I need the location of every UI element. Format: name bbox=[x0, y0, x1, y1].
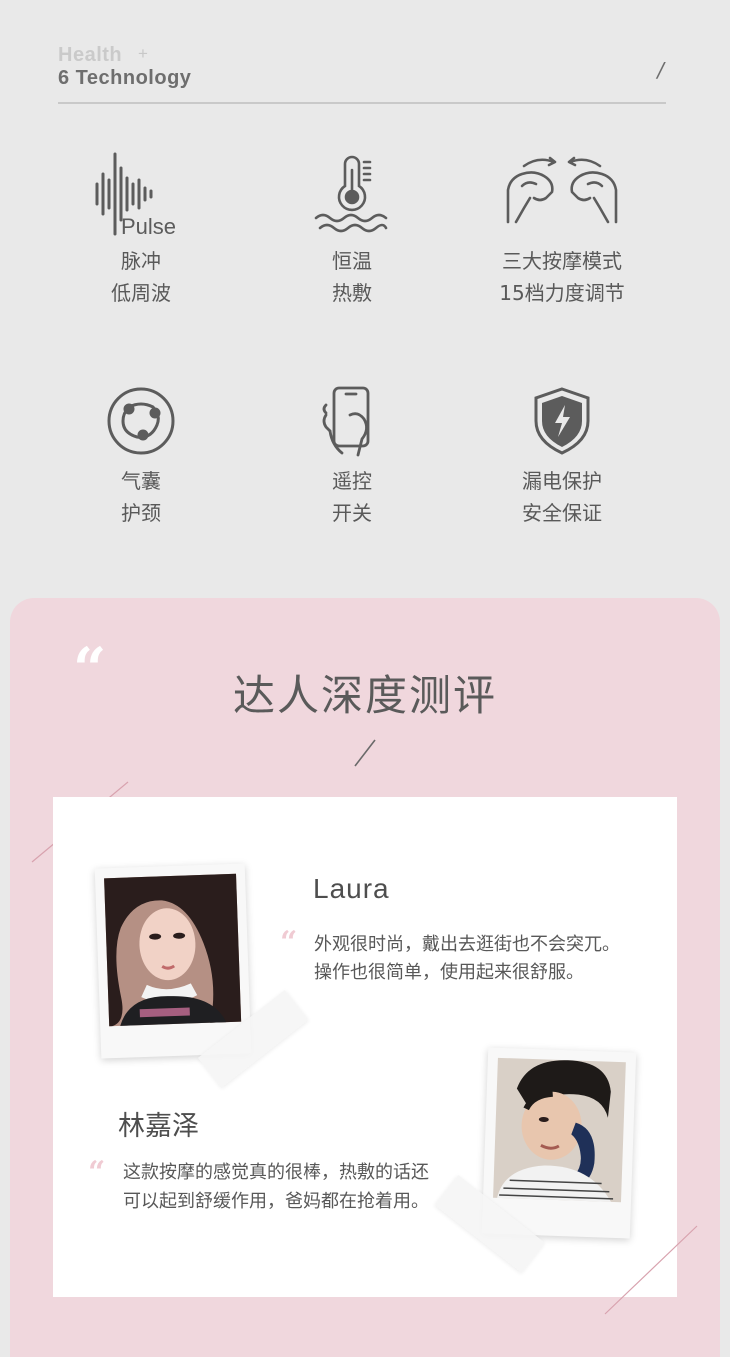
feature-line2: 安全保证 bbox=[522, 501, 602, 525]
feature-line1: 漏电保护 bbox=[522, 469, 602, 493]
reviewer-name: 林嘉泽 bbox=[118, 1111, 199, 1142]
remote-phone-icon bbox=[322, 386, 370, 457]
feature-line2: 开关 bbox=[332, 501, 372, 525]
header-slash: / bbox=[657, 58, 664, 82]
quote-mark-icon: “ bbox=[280, 925, 298, 960]
feature-line1: 脉冲 bbox=[121, 249, 161, 273]
feature-line1: 恒温 bbox=[332, 249, 372, 273]
pulse-icon-text: Pulse bbox=[121, 214, 176, 238]
reviewer-photo-laura bbox=[94, 863, 252, 1059]
feature-line2: 热敷 bbox=[332, 281, 372, 305]
feature-leak-protection: 漏电保护 安全保证 bbox=[467, 385, 657, 529]
feature-line2: 护颈 bbox=[121, 501, 161, 525]
reviewer-photo-linjiaze bbox=[481, 1047, 637, 1239]
pulse-wave-icon: Pulse bbox=[95, 152, 176, 238]
quote-mark-icon: “ bbox=[88, 1155, 106, 1190]
feature-line2: 低周波 bbox=[111, 281, 171, 305]
feature-line1: 遥控 bbox=[332, 469, 372, 493]
reviewer-name: Laura bbox=[313, 873, 390, 904]
feature-airbag: 气囊 护颈 bbox=[46, 385, 236, 529]
header-health-label: Health bbox=[58, 44, 123, 66]
feature-pulse: Pulse 脉冲 低周波 bbox=[46, 150, 236, 309]
avatar bbox=[104, 873, 242, 1027]
review-section-title: 达人深度测评 bbox=[232, 671, 497, 720]
feature-remote: 遥控 开关 bbox=[257, 385, 447, 529]
header-divider bbox=[58, 102, 666, 104]
review-text: 外观很时尚，戴出去逛街也不会突兀。操作也很简单，使用起来很舒服。 bbox=[314, 934, 620, 983]
massage-hands-icon bbox=[506, 156, 618, 224]
thermometer-icon bbox=[314, 155, 388, 233]
shield-lightning-icon bbox=[534, 387, 590, 455]
feature-line1: 气囊 bbox=[121, 469, 161, 493]
feature-line2: 15档力度调节 bbox=[499, 281, 625, 305]
feature-massage-modes: 三大按摩模式 15档力度调节 bbox=[467, 150, 657, 309]
header-plus-sign: + bbox=[138, 44, 148, 63]
avatar bbox=[493, 1057, 626, 1203]
airbag-icon bbox=[107, 387, 175, 455]
title-slash-decoration bbox=[354, 739, 376, 767]
header-technology-label: 6 Technology bbox=[58, 67, 192, 89]
feature-heat: 恒温 热敷 bbox=[257, 150, 447, 309]
feature-line1: 三大按摩模式 bbox=[502, 249, 622, 273]
section-header: Health + 6 Technology / bbox=[58, 44, 666, 104]
review-text: 这款按摩的感觉真的很棒，热敷的话还可以起到舒缓作用，爸妈都在抢着用。 bbox=[123, 1162, 429, 1212]
